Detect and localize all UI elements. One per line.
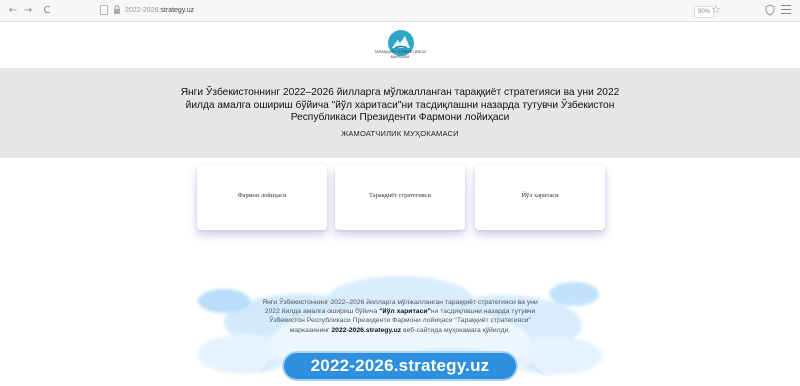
promo-line-4-suffix: веб-сайтида муҳокамага қўйилди. <box>401 326 511 334</box>
promo-section: Янги Ўзбекистоннинг 2022–2026 йилларга м… <box>180 270 620 386</box>
card-label: Тараққиёт стратегияси <box>369 192 431 199</box>
page-icon <box>100 5 108 15</box>
logo-caption: ТАРАҚҚИЁТ СТРАТЕГИЯСИ МАРКАЗИ <box>350 50 450 60</box>
browser-toolbar: ← → C 2022-2026.strategy.uz 80% ☆ <box>0 0 800 22</box>
promo-description: Янги Ўзбекистоннинг 2022–2026 йилларга м… <box>220 298 580 335</box>
page-subtitle: ЖАМОАТЧИЛИК МУҲОКАМАСИ <box>341 129 459 138</box>
promo-line-1: Янги Ўзбекистоннинг 2022–2026 йилларга м… <box>262 299 538 306</box>
logo-caption-line-2: МАРКАЗИ <box>390 55 410 59</box>
browser-viewport: ← → C 2022-2026.strategy.uz 80% ☆ ТАРАҚҚ… <box>0 0 800 386</box>
domain-pill[interactable]: 2022-2026.strategy.uz <box>284 353 516 379</box>
forward-arrow-icon[interactable]: → <box>21 4 35 18</box>
address-prefix: 2022-2026. <box>125 7 161 14</box>
card-development-strategy[interactable]: Тараққиёт стратегияси <box>335 165 465 230</box>
promo-line-4-prefix: марказининг <box>289 326 332 334</box>
promo-line-2-suffix: ни тасдиқлашни назарда тутувчи <box>430 308 536 316</box>
address-bar[interactable]: 2022-2026.strategy.uz <box>125 5 194 17</box>
back-arrow-icon[interactable]: ← <box>6 4 20 18</box>
promo-line-4: марказининг 2022-2026.strategy.uz веб-са… <box>220 326 580 335</box>
card-label: Йўл харитаси <box>521 192 559 199</box>
shield-icon[interactable] <box>764 4 776 16</box>
reload-icon[interactable]: C <box>40 4 54 18</box>
promo-line-2-prefix: 2022 йилда амалга ошириш бўйича <box>264 308 380 316</box>
promo-line-4-bold: 2022-2026.strategy.uz <box>331 326 402 334</box>
promo-line-2-bold: "йўл харитаси" <box>379 308 431 316</box>
site-header: ТАРАҚҚИЁТ СТРАТЕГИЯСИ МАРКАЗИ <box>0 22 800 68</box>
promo-line-2: 2022 йилда амалга ошириш бўйича "йўл хар… <box>220 307 580 316</box>
card-label: Фармон лойиҳаси <box>237 192 287 199</box>
card-decree-draft[interactable]: Фармон лойиҳаси <box>197 165 327 230</box>
hero-banner: Янги Ўзбекистоннинг 2022–2026 йилларга м… <box>0 68 800 158</box>
lock-icon <box>114 5 120 14</box>
menu-icon[interactable] <box>781 5 791 15</box>
star-icon[interactable]: ☆ <box>711 3 721 17</box>
page-title: Янги Ўзбекистоннинг 2022–2026 йилларга м… <box>180 87 620 123</box>
address-domain: strategy.uz <box>160 7 195 14</box>
promo-line-3: Ўзбекистон Республикаси Президенти Фармо… <box>269 317 531 325</box>
card-roadmap[interactable]: Йўл харитаси <box>475 165 605 230</box>
